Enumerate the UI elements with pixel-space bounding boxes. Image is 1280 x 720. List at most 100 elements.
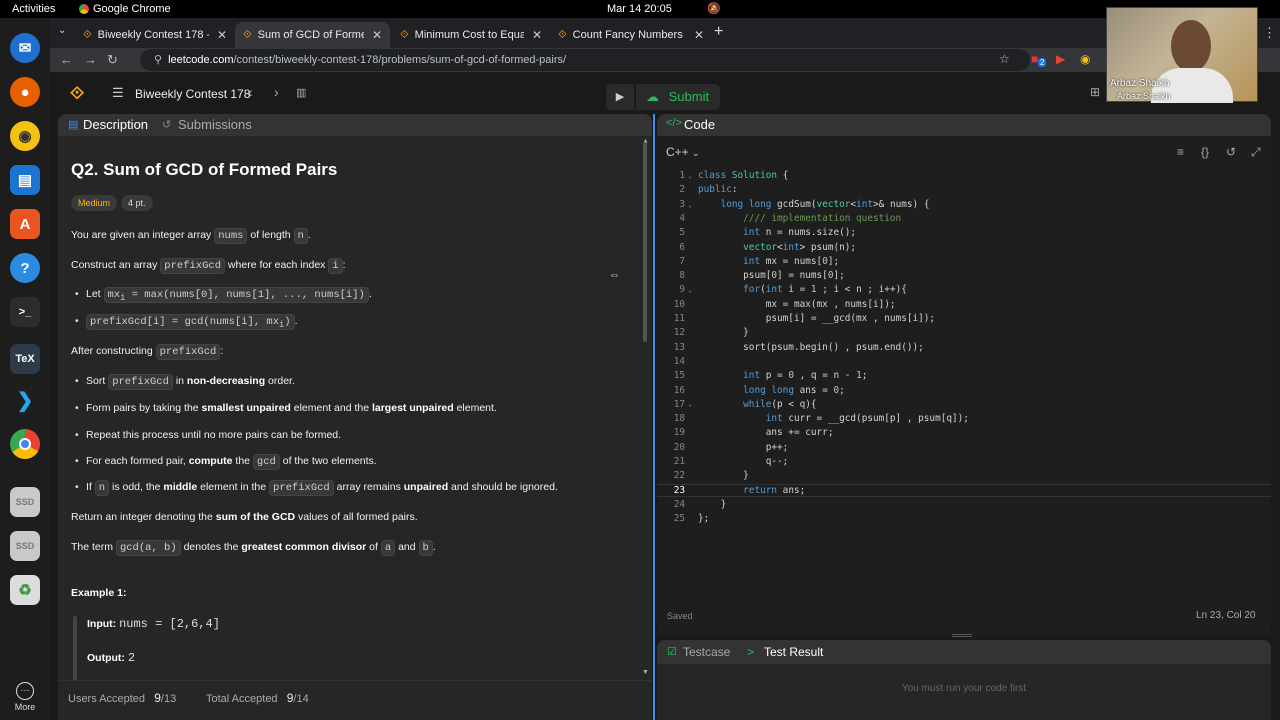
fullscreen-icon[interactable]: ⤢: [1251, 145, 1261, 160]
back-icon[interactable]: ←: [60, 52, 73, 67]
address-bar[interactable]: ⚲ leetcode.com/contest/biweekly-contest-1…: [140, 49, 1030, 71]
scroll-down-icon[interactable]: ▼: [642, 669, 649, 676]
code-line[interactable]: for(int i = 1 ; i < n ; i++){: [698, 284, 907, 295]
leetcode-favicon-icon: ⟐: [83, 28, 92, 41]
stats-icon[interactable]: ▥: [296, 86, 306, 99]
code-line[interactable]: psum[i] = __gcd(mx , nums[i]);: [698, 313, 935, 324]
code-line[interactable]: while(p < q){: [698, 399, 816, 410]
drive-ssd-icon[interactable]: SSD: [10, 487, 40, 517]
code-icon: </>: [666, 117, 682, 129]
chrome-dock-icon[interactable]: [10, 429, 40, 459]
kebab-menu-icon[interactable]: ⋮: [1263, 25, 1276, 41]
code-line[interactable]: long long gcdSum(vector<int>& nums) {: [698, 199, 930, 210]
run-button[interactable]: ▶: [606, 84, 634, 110]
texmaker-icon[interactable]: TeX: [10, 344, 40, 374]
format-icon[interactable]: ≡: [1177, 145, 1184, 159]
previous-problem-icon[interactable]: ‹: [248, 84, 253, 100]
code-line[interactable]: long long ans = 0;: [698, 385, 845, 396]
code-line[interactable]: sort(psum.begin() , psum.end());: [698, 342, 924, 353]
thunderbird-icon[interactable]: ✉: [10, 33, 40, 63]
close-tab-icon[interactable]: ✕: [694, 28, 704, 42]
total-accepted: Total Accepted 9/14: [206, 691, 309, 705]
code-line[interactable]: }: [698, 499, 727, 510]
statement-term: The term gcd(a, b) denotes the greatest …: [71, 540, 436, 556]
youtube-extension-icon[interactable]: ▶: [1056, 52, 1065, 66]
webcam-name-secondary: Arbaz Shaikh: [1117, 91, 1171, 101]
tab-testcase[interactable]: Testcase: [683, 645, 730, 659]
site-info-icon[interactable]: ⚲: [154, 54, 162, 66]
app-center-icon[interactable]: A: [10, 209, 40, 239]
next-problem-icon[interactable]: ›: [274, 84, 279, 100]
code-line[interactable]: int curr = __gcd(psum[p] , psum[q]);: [698, 413, 969, 424]
code-panel: </> Code C++ ⌄ ≡ {} ↺ ⤢ ⌄ ⌄ ⌄ ⌄ 1 class S…: [657, 114, 1271, 636]
code-line[interactable]: public:: [698, 184, 738, 195]
trash-icon[interactable]: ♻: [10, 575, 40, 605]
activities-button[interactable]: Activities: [12, 3, 55, 15]
tab-description[interactable]: Description: [83, 117, 148, 132]
terminal-icon[interactable]: >_: [10, 297, 40, 327]
show-apps-button[interactable]: ⋯ More: [0, 682, 50, 712]
fold-icon[interactable]: ⌄: [688, 400, 692, 408]
code-line[interactable]: };: [698, 513, 709, 524]
layout-icon[interactable]: ⊞: [1090, 85, 1100, 99]
browser-tab-3[interactable]: ⟐ Minimum Cost to Equaliz ✕: [392, 22, 550, 48]
code-line[interactable]: int p = 0 , q = n - 1;: [698, 370, 867, 381]
help-icon[interactable]: ?: [10, 253, 40, 283]
code-line[interactable]: vector<int> psum(n);: [698, 242, 856, 253]
fold-icon[interactable]: ⌄: [688, 286, 692, 294]
close-tab-icon[interactable]: ✕: [217, 28, 227, 42]
browser-tab-1[interactable]: ⟐ Biweekly Contest 178 - L ✕: [75, 22, 235, 48]
code-line[interactable]: psum[0] = nums[0];: [698, 270, 845, 281]
reset-code-icon[interactable]: ↺: [1226, 145, 1236, 159]
clock[interactable]: Mar 14 20:05: [607, 3, 672, 15]
chrome-extension-icon[interactable]: ◉: [1080, 52, 1090, 66]
code-line[interactable]: return ans;: [698, 485, 805, 496]
tab-search-chevron-icon[interactable]: ⌄: [58, 25, 66, 36]
submit-button[interactable]: ☁ Submit: [636, 84, 720, 110]
code-line[interactable]: q--;: [698, 456, 789, 467]
forward-icon[interactable]: →: [84, 52, 97, 67]
code-line[interactable]: p++;: [698, 442, 789, 453]
firefox-icon[interactable]: ●: [10, 77, 40, 107]
browser-tab-4[interactable]: ⟐ Count Fancy Numbers in ✕: [550, 22, 712, 48]
bookmark-star-icon[interactable]: ☆: [999, 52, 1010, 66]
code-line[interactable]: ans += curr;: [698, 427, 834, 438]
horizontal-splitter[interactable]: [952, 634, 972, 637]
active-app-indicator[interactable]: Google Chrome: [79, 3, 171, 15]
users-accepted: Users Accepted 9/13: [68, 691, 176, 705]
drive-ssd-icon-2[interactable]: SSD: [10, 531, 40, 561]
code-title: Code: [684, 117, 716, 132]
new-tab-icon[interactable]: +: [714, 23, 723, 41]
code-line[interactable]: int n = nums.size();: [698, 227, 856, 238]
panel-splitter[interactable]: [653, 114, 655, 720]
rhythmbox-icon[interactable]: ◉: [10, 121, 40, 151]
code-line[interactable]: }: [698, 327, 749, 338]
code-line[interactable]: //// implementation question: [698, 213, 901, 224]
description-scrollbar[interactable]: [643, 142, 647, 342]
code-editor[interactable]: ⌄ ⌄ ⌄ ⌄ 1 class Solution {2 public: 3 long …: [657, 170, 1271, 530]
tab-test-result[interactable]: Test Result: [764, 645, 823, 659]
description-icon: ▤: [68, 119, 79, 131]
tab-submissions[interactable]: Submissions: [178, 117, 252, 132]
leetcode-logo-icon[interactable]: ⟐: [70, 83, 84, 104]
vscode-icon[interactable]: ❯: [10, 385, 40, 415]
code-line[interactable]: class Solution {: [698, 170, 788, 181]
browser-tab-2[interactable]: ⟐ Sum of GCD of Formed P ✕: [235, 22, 390, 48]
problem-list-icon[interactable]: ☰: [112, 85, 124, 101]
app-name: Google Chrome: [93, 3, 171, 15]
statement-construct: Construct an array prefixGcd where for e…: [71, 258, 346, 274]
contest-name[interactable]: Biweekly Contest 178: [135, 87, 250, 101]
writer-icon[interactable]: ▤: [10, 165, 40, 195]
close-tab-icon[interactable]: ✕: [532, 28, 542, 42]
code-line[interactable]: mx = max(mx , nums[i]);: [698, 299, 896, 310]
language-select[interactable]: C++ ⌄: [666, 145, 700, 159]
close-tab-icon[interactable]: ✕: [372, 28, 382, 42]
line-number: 17: [673, 399, 685, 410]
fold-icon[interactable]: ⌄: [688, 201, 692, 209]
reload-icon[interactable]: ↻: [107, 52, 118, 68]
code-line[interactable]: }: [698, 470, 749, 481]
fold-icon[interactable]: ⌄: [688, 172, 692, 180]
braces-icon[interactable]: {}: [1201, 145, 1209, 159]
code-line[interactable]: int mx = nums[0];: [698, 256, 839, 267]
example-output: Output: 2: [87, 651, 136, 665]
